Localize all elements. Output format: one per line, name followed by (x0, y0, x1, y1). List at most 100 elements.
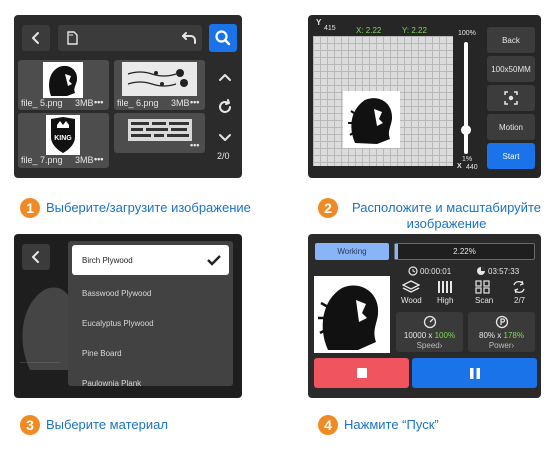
king-emblem-image: KING (51, 117, 75, 153)
file-size: 3MB (75, 155, 94, 165)
floral-image (127, 69, 188, 87)
power-base: 80% x (479, 331, 504, 340)
material-option[interactable]: Basswood Plywood (72, 278, 233, 308)
back-button[interactable] (22, 244, 50, 270)
lion-image (318, 285, 379, 350)
power-percent: 178% (503, 331, 524, 340)
material-option[interactable]: Pine Board (72, 338, 233, 368)
remaining-time: 03:57:33 (488, 267, 520, 276)
work-area-grid[interactable] (313, 36, 453, 166)
king-emblem-text: KING (54, 135, 72, 142)
step-2-caption: 2 Расположите и масштабируйте изображени… (318, 198, 549, 232)
refresh-icon[interactable] (215, 97, 235, 117)
pause-button[interactable] (412, 358, 537, 388)
x-axis-label: X (457, 163, 462, 170)
text-pattern-image (131, 122, 189, 137)
frame-target-icon (504, 91, 518, 105)
x-coordinate: X: 2.22 (356, 26, 382, 35)
step-3-caption: 3 Выберите материал (20, 415, 168, 435)
job-preview (314, 276, 390, 353)
clock-icon (408, 266, 418, 276)
chevron-left-icon (32, 251, 39, 263)
zoom-slider-thumb[interactable] (461, 125, 471, 135)
frame-button[interactable] (487, 85, 535, 111)
back-button[interactable] (22, 25, 50, 51)
mode-value: Scan (475, 296, 494, 305)
file-size: 3MB (171, 98, 190, 108)
stop-icon (356, 368, 367, 378)
file-name: file_ 5.png (21, 98, 63, 108)
step-text: Нажмите “Пуск” (344, 417, 439, 432)
floral-thumbnail (122, 62, 197, 96)
step-4-caption: 4 Нажмите “Пуск” (318, 415, 439, 435)
file-name: file_ 7.png (21, 155, 63, 165)
quality-bars-icon (438, 281, 452, 293)
checkmark-icon (207, 255, 221, 266)
power-gauge-icon (495, 315, 509, 329)
chevron-down-icon[interactable] (215, 128, 235, 148)
step-number: 3 (20, 415, 40, 435)
x-axis-max: 440 (466, 164, 478, 171)
power-label-text: Power (488, 341, 512, 350)
y-axis-label: Y (316, 18, 322, 27)
file-tile[interactable]: file_ 6.png 3MB ••• (114, 60, 205, 110)
more-menu-button[interactable]: ••• (94, 97, 103, 107)
file-tile[interactable]: file_ 5.png 3MB ••• (18, 60, 109, 110)
speed-value: 10000 x 100% (396, 331, 463, 340)
chevron-left-icon (32, 32, 39, 44)
passes-value: 2/7 (514, 296, 526, 305)
progress-bar: 2.22% (394, 243, 535, 260)
status-badge: Working (315, 243, 389, 260)
more-menu-button[interactable]: ••• (94, 154, 103, 164)
material-option[interactable]: Birch Plywood (72, 245, 229, 275)
size-button[interactable]: 100x50MM (487, 56, 535, 82)
step-1-caption: 1 Выберите/загрузите изображение (20, 198, 251, 218)
speed-label: Speed› (396, 341, 463, 350)
y-coordinate: Y: 2.22 (402, 26, 427, 35)
lion-image (348, 98, 393, 144)
lion-image (49, 65, 78, 96)
material-option[interactable]: Eucalyptus Plywood (72, 308, 233, 338)
motion-button[interactable]: Motion (487, 114, 535, 140)
chevron-up-icon[interactable] (215, 67, 235, 87)
start-button[interactable]: Start (487, 143, 535, 169)
file-browser-panel: file_ 5.png 3MB ••• file_ 6.png 3MB ••• … (14, 15, 242, 178)
placed-image[interactable] (343, 91, 400, 148)
material-dropdown[interactable]: Birch Plywood Basswood Plywood Eucalyptu… (68, 241, 233, 386)
file-tile[interactable]: KING file_ 7.png 3MB ••• (18, 113, 109, 168)
path-bar (58, 25, 202, 51)
progress-text: 2.22% (453, 247, 476, 256)
power-value: 80% x 178% (468, 331, 535, 340)
pause-icon (469, 367, 480, 379)
zoom-max-label: 100% (458, 30, 476, 37)
more-menu-button[interactable]: ••• (190, 140, 199, 150)
material-option[interactable]: Paulownia Plank (72, 368, 233, 387)
search-button[interactable] (209, 24, 237, 52)
chevron-right-icon: › (439, 341, 443, 350)
speed-percent: 100% (434, 331, 456, 340)
step-number: 1 (20, 198, 40, 218)
scan-grid-icon (475, 280, 490, 294)
back-button[interactable]: Back (487, 27, 535, 53)
page-indicator: 2/0 (217, 151, 230, 161)
zoom-slider[interactable] (461, 42, 471, 154)
stop-button[interactable] (314, 358, 409, 388)
undo-icon[interactable] (176, 25, 200, 51)
step-text: Выберите/загрузите изображение (46, 200, 251, 215)
text-pattern-thumbnail (128, 119, 192, 141)
timer-icon (477, 267, 485, 275)
material-value: Wood (401, 296, 422, 305)
passes-icon (513, 280, 525, 294)
search-icon (215, 30, 231, 46)
elapsed-time: 00:00:01 (420, 267, 452, 276)
step-number: 2 (318, 198, 338, 218)
chevron-right-icon: › (511, 341, 515, 350)
step-text: Расположите и масштабируйте изображение (352, 200, 541, 231)
file-tile[interactable]: ••• (114, 113, 205, 153)
more-menu-button[interactable]: ••• (190, 97, 199, 107)
power-label: Power› (468, 341, 535, 350)
file-size: 3MB (75, 98, 94, 108)
settings-placeholder (20, 362, 60, 386)
speed-label-text: Speed (416, 341, 440, 350)
material-layers-icon (402, 280, 420, 293)
